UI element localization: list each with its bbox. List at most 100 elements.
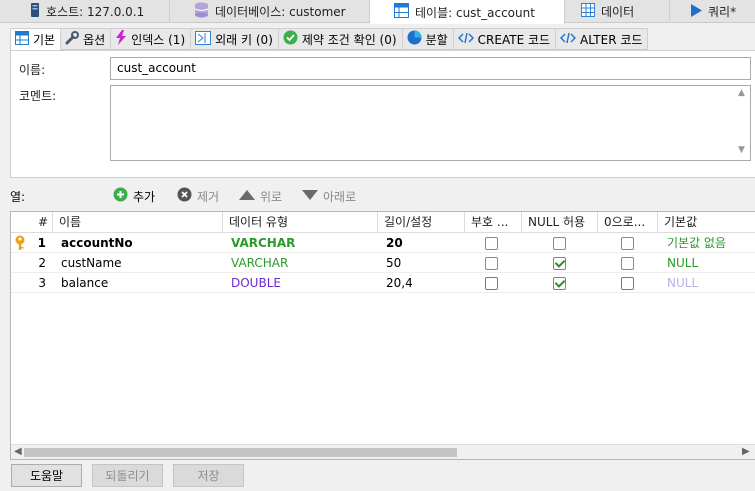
tab-foreign-keys-label: 외래 키 (0) xyxy=(215,32,273,47)
column-name[interactable]: balance xyxy=(61,273,221,293)
remove-icon xyxy=(177,187,192,205)
column-name[interactable]: accountNo xyxy=(61,233,221,253)
code-icon xyxy=(457,32,474,47)
columns-grid[interactable]: # 이름 데이터 유형 길이/설정 부호 ... NULL 허용 0으로... … xyxy=(10,211,755,460)
column-length[interactable]: 50 xyxy=(386,253,461,273)
table-icon xyxy=(15,31,29,48)
tab-partitions[interactable]: 분할 xyxy=(402,28,454,50)
server-icon xyxy=(30,2,40,21)
add-column-button[interactable]: 추가 xyxy=(113,186,155,206)
nullable-checkbox[interactable] xyxy=(553,257,566,270)
tab-database-label: 데이터베이스: customer xyxy=(215,5,346,19)
table-row[interactable]: 1 accountNo VARCHAR 20 기본값 없음 xyxy=(11,233,755,253)
column-length[interactable]: 20 xyxy=(386,233,461,253)
unsigned-checkbox[interactable] xyxy=(485,257,498,270)
nullable-checkbox[interactable] xyxy=(553,237,566,250)
unsigned-checkbox[interactable] xyxy=(485,277,498,290)
column-type[interactable]: DOUBLE xyxy=(231,273,371,293)
tab-data-label: 데이터 xyxy=(601,5,635,19)
column-type[interactable]: VARCHAR xyxy=(231,253,371,273)
save-button[interactable]: 저장 xyxy=(173,464,244,487)
header-nullable[interactable]: NULL 허용 xyxy=(522,212,598,233)
basic-form-panel: 이름: cust_account 코멘트: ▲ ▼ xyxy=(10,50,755,178)
header-default[interactable]: 기본값 xyxy=(658,212,755,233)
comment-scrollbar[interactable]: ▲ ▼ xyxy=(734,86,750,160)
remove-column-button[interactable]: 제거 xyxy=(177,186,219,206)
comment-label: 코멘트: xyxy=(19,89,57,103)
add-icon xyxy=(113,187,128,205)
move-up-label: 위로 xyxy=(260,189,283,204)
scroll-up-icon[interactable]: ▲ xyxy=(738,88,745,98)
lightning-icon xyxy=(115,30,127,48)
header-type[interactable]: 데이터 유형 xyxy=(223,212,378,233)
nullable-checkbox[interactable] xyxy=(553,277,566,290)
scroll-down-icon[interactable]: ▼ xyxy=(738,145,745,155)
scroll-right-icon[interactable]: ▶ xyxy=(742,446,750,457)
tab-create-code[interactable]: CREATE 코드 xyxy=(453,28,557,50)
move-up-button[interactable]: 위로 xyxy=(239,186,282,206)
tab-data[interactable]: 데이터 xyxy=(565,0,670,23)
check-icon xyxy=(283,30,298,48)
tab-foreign-keys[interactable]: 외래 키 (0) xyxy=(191,28,279,50)
zerofill-checkbox[interactable] xyxy=(621,277,634,290)
tab-basic[interactable]: 기본 xyxy=(10,28,62,51)
header-number[interactable]: # xyxy=(11,212,53,233)
columns-toolbar: 열: 추가 제거 위로 아래로 xyxy=(0,186,755,206)
pie-icon xyxy=(407,30,422,48)
editor-tab-bar: 기본 옵션 인덱스 (1) 외래 키 (0) 제약 조건 확인 (0) 분할 C… xyxy=(10,28,649,51)
zerofill-checkbox[interactable] xyxy=(621,237,634,250)
column-length[interactable]: 20,4 xyxy=(386,273,461,293)
wrench-icon xyxy=(65,30,80,48)
tab-table-label: 테이블: cust_account xyxy=(415,5,535,20)
arrow-down-icon xyxy=(302,189,318,203)
table-row[interactable]: 3 balance DOUBLE 20,4 NULL xyxy=(11,273,755,293)
top-tab-bar: 호스트: 127.0.0.1 데이터베이스: customer 테이블: cus… xyxy=(0,0,755,24)
column-default[interactable]: NULL xyxy=(667,253,755,273)
tab-options[interactable]: 옵션 xyxy=(61,28,112,50)
grid-header: # 이름 데이터 유형 길이/설정 부호 ... NULL 허용 0으로... … xyxy=(11,212,755,233)
grid-icon xyxy=(581,3,595,20)
row-number: 2 xyxy=(38,256,46,270)
column-type[interactable]: VARCHAR xyxy=(231,233,371,253)
move-down-button[interactable]: 아래로 xyxy=(302,186,356,206)
tab-indexes[interactable]: 인덱스 (1) xyxy=(111,28,192,50)
tab-check-constraints[interactable]: 제약 조건 확인 (0) xyxy=(278,28,403,50)
tab-table[interactable]: 테이블: cust_account xyxy=(370,0,565,24)
play-icon xyxy=(690,3,702,20)
columns-label: 열: xyxy=(10,189,26,204)
table-name-input[interactable]: cust_account xyxy=(110,57,751,80)
header-zerofill[interactable]: 0으로... xyxy=(598,212,658,233)
scrollbar-thumb[interactable] xyxy=(24,448,457,457)
scroll-left-icon[interactable]: ◀ xyxy=(14,446,22,457)
tab-query[interactable]: 쿼리* xyxy=(670,0,755,23)
tab-alter-code-label: ALTER 코드 xyxy=(580,32,643,47)
tab-options-label: 옵션 xyxy=(83,32,106,47)
header-name[interactable]: 이름 xyxy=(53,212,223,233)
tab-database[interactable]: 데이터베이스: customer xyxy=(170,0,370,23)
column-name[interactable]: custName xyxy=(61,253,221,273)
table-row[interactable]: 2 custName VARCHAR 50 NULL xyxy=(11,253,755,273)
header-unsigned[interactable]: 부호 ... xyxy=(465,212,522,233)
arrow-up-icon xyxy=(239,189,255,203)
grid-horizontal-scrollbar[interactable]: ◀ ▶ xyxy=(11,444,755,459)
code-icon xyxy=(560,32,577,47)
remove-column-label: 제거 xyxy=(197,189,220,204)
zerofill-checkbox[interactable] xyxy=(621,257,634,270)
help-button[interactable]: 도움말 xyxy=(11,464,82,487)
table-editor-window: 호스트: 127.0.0.1 데이터베이스: customer 테이블: cus… xyxy=(0,0,755,491)
tab-alter-code[interactable]: ALTER 코드 xyxy=(556,28,649,50)
comment-textarea[interactable]: ▲ ▼ xyxy=(110,85,751,161)
row-number: 3 xyxy=(38,276,46,290)
header-length[interactable]: 길이/설정 xyxy=(378,212,465,233)
column-default[interactable]: 기본값 없음 xyxy=(667,233,755,253)
column-default[interactable]: NULL xyxy=(667,273,755,293)
revert-button[interactable]: 되돌리기 xyxy=(92,464,163,487)
move-down-label: 아래로 xyxy=(323,189,357,204)
tab-host[interactable]: 호스트: 127.0.0.1 xyxy=(0,0,170,23)
table-icon xyxy=(394,3,409,21)
tab-query-label: 쿼리* xyxy=(708,5,737,19)
tab-partitions-label: 분할 xyxy=(425,32,448,47)
unsigned-checkbox[interactable] xyxy=(485,237,498,250)
tab-indexes-label: 인덱스 (1) xyxy=(131,32,186,47)
tab-basic-label: 기본 xyxy=(33,33,56,47)
